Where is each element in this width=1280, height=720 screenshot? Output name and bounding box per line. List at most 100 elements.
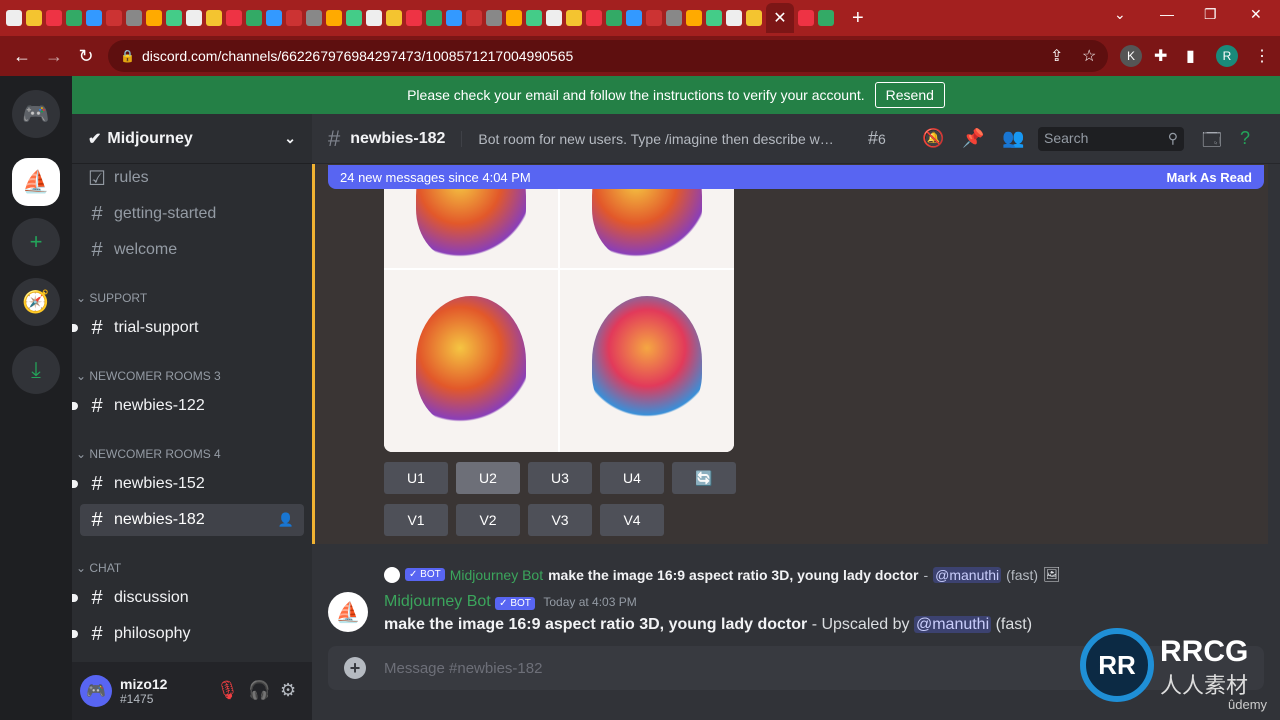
browser-tab-favicon[interactable] xyxy=(126,10,142,26)
browser-tab-favicon[interactable] xyxy=(606,10,622,26)
channel-newbies-122[interactable]: # newbies-122 xyxy=(72,390,304,422)
explore-icon[interactable]: 🧭 xyxy=(12,278,60,326)
upscale-u1-button[interactable]: U1 xyxy=(384,462,448,494)
reroll-button[interactable]: 🔄 xyxy=(672,462,736,494)
browser-tab-favicon[interactable] xyxy=(726,10,742,26)
gear-icon[interactable]: ⚙ xyxy=(280,680,296,701)
browser-tab-favicon[interactable] xyxy=(746,10,762,26)
inbox-icon[interactable]: 🗔 xyxy=(1202,128,1222,158)
channel-newbies-152[interactable]: # newbies-152 xyxy=(72,468,304,500)
back-button[interactable]: ← xyxy=(6,46,38,67)
browser-tab-favicon[interactable] xyxy=(46,10,62,26)
browser-tab-favicon[interactable] xyxy=(686,10,702,26)
mention[interactable]: @manuthi xyxy=(933,566,1002,583)
browser-tab-favicon[interactable] xyxy=(798,10,814,26)
resend-button[interactable]: Resend xyxy=(874,82,945,108)
channel-trial-support[interactable]: # trial-support xyxy=(72,312,304,344)
profile-avatar[interactable]: R xyxy=(1216,45,1238,67)
category-newcomer-rooms-3[interactable]: ⌄ NEWCOMER ROOMS 3 xyxy=(76,369,221,383)
server-header[interactable]: ✔ Midjourney ⌄ xyxy=(72,114,312,164)
upscale-u2-button[interactable]: U2 xyxy=(456,462,520,494)
browser-tab-favicon[interactable] xyxy=(6,10,22,26)
extensions-icon[interactable]: ✚ xyxy=(1154,46,1167,66)
author-name[interactable]: Midjourney Bot xyxy=(384,593,491,610)
help-icon[interactable]: ? xyxy=(1240,128,1250,149)
browser-tab-favicon[interactable] xyxy=(86,10,102,26)
message-input[interactable] xyxy=(384,659,984,677)
close-window-button[interactable]: ✕ xyxy=(1250,6,1262,23)
upscale-u3-button[interactable]: U3 xyxy=(528,462,592,494)
browser-tab-favicon[interactable] xyxy=(546,10,562,26)
sidepanel-icon[interactable]: ▮ xyxy=(1186,46,1195,66)
browser-tab-favicon[interactable] xyxy=(666,10,682,26)
members-icon[interactable]: 👥 xyxy=(1002,128,1024,149)
browser-tab-favicon[interactable] xyxy=(446,10,462,26)
share-icon[interactable]: ⇪ xyxy=(1050,46,1063,66)
discord-home-icon[interactable]: 🎮 xyxy=(12,90,60,138)
browser-tab-favicon[interactable] xyxy=(506,10,522,26)
new-messages-bar[interactable]: 24 new messages since 4:04 PM Mark As Re… xyxy=(328,165,1264,189)
browser-tab-favicon[interactable] xyxy=(818,10,834,26)
browser-tab-favicon[interactable] xyxy=(406,10,422,26)
bot-avatar[interactable]: ⛵ xyxy=(328,592,368,632)
channel-discussion[interactable]: # discussion xyxy=(72,582,304,614)
add-server-icon[interactable]: + xyxy=(12,218,60,266)
mute-mic-icon[interactable]: 🎙 xyxy=(216,680,239,701)
browser-tab-favicon[interactable] xyxy=(66,10,82,26)
browser-tab-favicon[interactable] xyxy=(526,10,542,26)
browser-tab-favicon[interactable] xyxy=(26,10,42,26)
browser-tab-favicon[interactable] xyxy=(246,10,262,26)
browser-tab-favicon[interactable] xyxy=(646,10,662,26)
pin-icon[interactable]: 📌 xyxy=(962,128,984,149)
browser-tab-favicon[interactable] xyxy=(286,10,302,26)
download-icon[interactable]: ⤓ xyxy=(12,346,60,394)
browser-tab-favicon[interactable] xyxy=(266,10,282,26)
image-4[interactable] xyxy=(560,270,734,452)
image-grid[interactable] xyxy=(384,165,734,452)
threads-icon[interactable]: #6 xyxy=(868,128,886,149)
channel-topic[interactable]: Bot room for new users. Type /imagine th… xyxy=(461,130,841,147)
channel-philosophy[interactable]: # philosophy xyxy=(72,618,304,650)
browser-tab-favicon[interactable] xyxy=(706,10,722,26)
mention[interactable]: @manuthi xyxy=(913,616,992,633)
browser-tab-favicon[interactable] xyxy=(366,10,382,26)
browser-tab-favicon[interactable] xyxy=(166,10,182,26)
avatar[interactable]: 🎮 xyxy=(80,675,112,707)
upscale-u4-button[interactable]: U4 xyxy=(600,462,664,494)
search-input[interactable]: Search ⚲ xyxy=(1038,127,1184,151)
invite-icon[interactable]: 👤 xyxy=(278,512,294,528)
active-tab-close-button[interactable]: ✕ xyxy=(766,3,794,33)
browser-tab-favicon[interactable] xyxy=(326,10,342,26)
browser-tab-favicon[interactable] xyxy=(426,10,442,26)
browser-tab-favicon[interactable] xyxy=(386,10,402,26)
variation-v3-button[interactable]: V3 xyxy=(528,504,592,536)
browser-tab-favicon[interactable] xyxy=(226,10,242,26)
forward-button[interactable]: → xyxy=(38,46,70,67)
add-attachment-icon[interactable]: + xyxy=(344,657,366,679)
browser-tab-favicon[interactable] xyxy=(566,10,582,26)
midjourney-server-icon[interactable]: ⛵ xyxy=(12,158,60,206)
channel-welcome[interactable]: # welcome xyxy=(80,234,304,266)
variation-v1-button[interactable]: V1 xyxy=(384,504,448,536)
category-support[interactable]: ⌄ SUPPORT xyxy=(76,291,147,305)
reload-button[interactable]: ↻ xyxy=(70,46,102,67)
headphones-icon[interactable]: 🎧 xyxy=(248,680,270,701)
message-reply-reference[interactable]: ✓ BOT Midjourney Bot make the image 16:9… xyxy=(384,566,1264,583)
bookmark-star-icon[interactable]: ☆ xyxy=(1082,46,1096,66)
mark-as-read-button[interactable]: Mark As Read xyxy=(1167,170,1253,185)
variation-v4-button[interactable]: V4 xyxy=(600,504,664,536)
image-3[interactable] xyxy=(384,270,558,452)
menu-kebab-icon[interactable]: ⋮ xyxy=(1254,46,1270,66)
browser-tab-favicon[interactable] xyxy=(346,10,362,26)
new-tab-button[interactable]: + xyxy=(852,7,864,30)
mute-bell-icon[interactable]: 🔕 xyxy=(922,128,944,149)
browser-tab-favicon[interactable] xyxy=(186,10,202,26)
restore-button[interactable]: ❐ xyxy=(1204,6,1217,23)
channel-getting-started[interactable]: # getting-started xyxy=(80,198,304,230)
category-newcomer-rooms-4[interactable]: ⌄ NEWCOMER ROOMS 4 xyxy=(76,447,221,461)
profile-k[interactable]: K xyxy=(1120,45,1142,67)
channel-newbies-182[interactable]: # newbies-182 👤 xyxy=(80,504,304,536)
browser-tab-favicon[interactable] xyxy=(206,10,222,26)
browser-tab-favicon[interactable] xyxy=(486,10,502,26)
browser-tab-favicon[interactable] xyxy=(466,10,482,26)
